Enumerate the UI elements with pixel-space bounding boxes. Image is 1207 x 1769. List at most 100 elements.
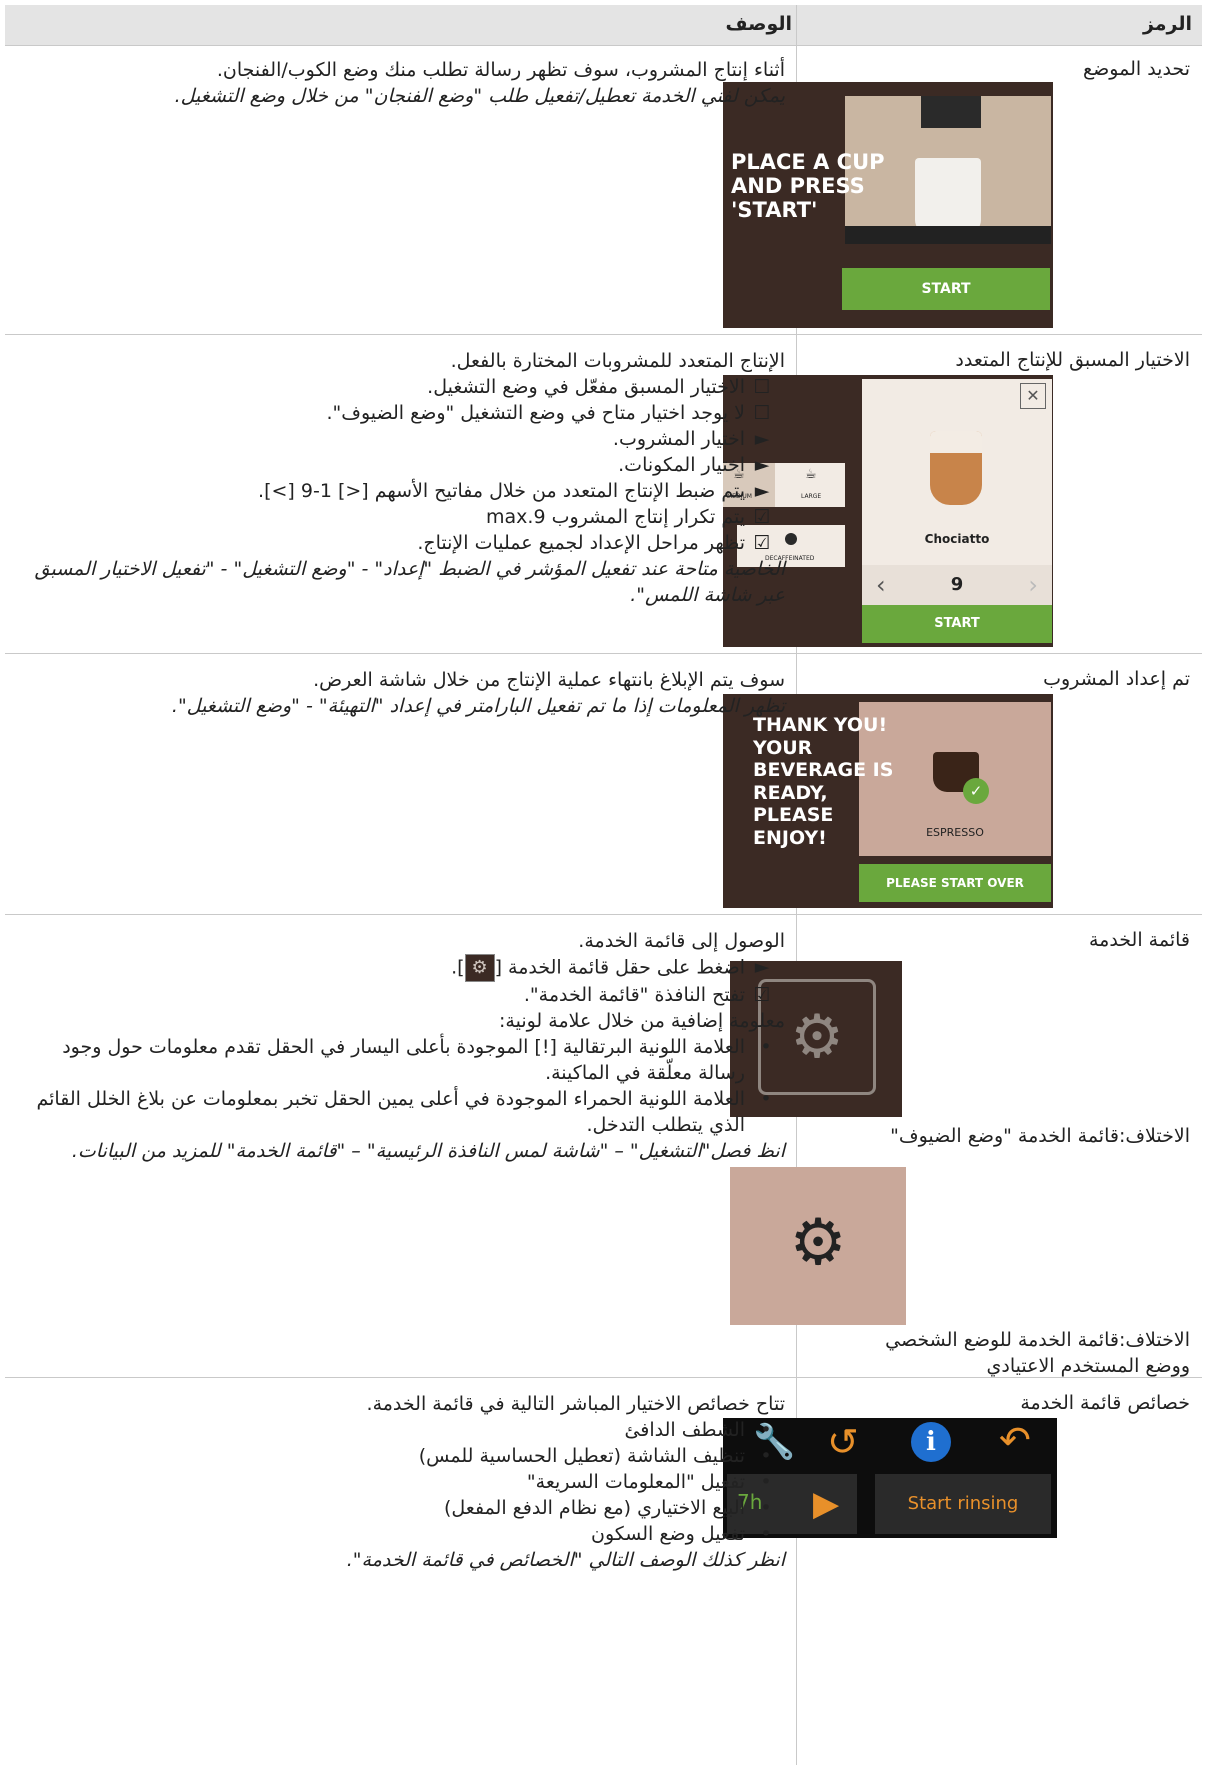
history-icon[interactable]: ↺ [827,1420,859,1464]
bullet-icon: • [760,1419,772,1441]
symbol-title: قائمة الخدمة [1088,929,1190,951]
symbol-title: تحديد الموضع [1083,58,1190,80]
item-text: تفعيل "المعلومات السريعة" [526,1471,745,1493]
caption-line: الاختلاف:قائمة الخدمة للوضع الشخصي [885,1329,1190,1351]
checked-icon: ☑ [753,532,771,554]
bullet-icon: • [760,1523,772,1545]
item-text: الشطف الدافئ [624,1419,745,1441]
bullet-icon: • [760,1036,772,1058]
item-text: العلامة اللونية الحمراء الموجودة في أعلى… [36,1088,746,1136]
desc-note: انظر كذلك الوصف التالي "الخصائص في قائمة… [346,1549,785,1571]
checkbox-icon: ☐ [753,402,771,424]
item-text: العلامة اللونية البرتقالية [!] الموجودة … [62,1036,745,1084]
drink-card: ✕ Chociatto ‹ 9 › START [862,379,1052,643]
checkbox-icon: ☐ [753,376,771,398]
item-text: اختيار المكونات. [618,454,745,476]
table-row-beverage-ready: تم إعداد المشروب ✓ ESPRESSO THANK YOU! Y… [5,654,1202,915]
item-text: لا يوجد اختيار متاح في وضع التشغيل "وضع … [326,402,745,424]
close-icon[interactable]: ✕ [1020,383,1046,409]
bullet-icon: • [760,1088,772,1110]
drip-tray [845,226,1051,244]
size-large[interactable]: ☕ LARGE [783,463,845,507]
message-line: READY, [753,781,828,804]
message-line: BEVERAGE IS [753,759,894,781]
prompt-line: PLACE A CUP [731,150,885,174]
mug-icon: ☕ [805,467,817,482]
desc-line: أثناء إنتاج المشروب، سوف تظهر رسالة تطلب… [216,59,785,81]
list-item: ► اضغط على حقل قائمة الخدمة [⚙]. [15,954,785,982]
list-item: ☐ لا يوجد اختيار متاح في وضع التشغيل "وضع… [15,400,785,426]
drink-glass-icon [930,431,982,505]
item-text: يتم ضبط الإنتاج المتعدد من خلال مفاتيح ا… [258,480,745,502]
item-text: اختيار المشروب. [612,428,745,450]
prompt-line: 'START' [731,198,818,222]
list-item: ► اختيار المشروب. [15,426,785,452]
play-icon[interactable]: ▶ [813,1486,839,1522]
bullet-icon: • [760,1471,772,1493]
desc-intro: الإنتاج المتعدد للمشروبات المختارة بالفع… [450,350,785,372]
drink-name: Chociatto [924,532,990,546]
table-row-service-functions: خصائص قائمة الخدمة 🔧 ↺ i ↶ 7h ▶ Start ri… [5,1378,1202,1765]
count-value: 9 [950,574,964,595]
item-text: يتم تكرار إنتاج المشروب 9.max [486,506,745,528]
arrow-icon: ► [754,428,770,450]
dispenser-icon [921,96,981,128]
item-text: تفتح النافذة "قائمة الخدمة". [523,984,745,1006]
service-menu-personal-icon[interactable]: ⚙ [730,1167,906,1325]
table-row-multi-production: الاختيار المسبق للإنتاج المتعدد ☕ MEDIUM… [5,335,1202,654]
symbol-title: خصائص قائمة الخدمة [1020,1392,1190,1414]
start-over-button[interactable]: PLEASE START OVER [859,864,1051,902]
symbol-title: الاختيار المسبق للإنتاج المتعدد [955,349,1190,371]
bean-icon [785,533,797,545]
desc-intro: تتاح خصائص الاختيار المباشر التالية في ق… [366,1393,785,1415]
check-icon: ✓ [963,778,989,804]
checked-icon: ☑ [753,984,771,1006]
cup-prompt-text: PLACE A CUP AND PRESS 'START' [731,150,885,222]
list-item: • تنظيف الشاشة (تعطيل الحساسية للمس) [15,1443,785,1469]
row-description: سوف يتم الإبلاغ بانتهاء عملية الإنتاج من… [15,667,785,719]
row-description: الإنتاج المتعدد للمشروبات المختارة بالفع… [15,348,785,608]
desc-line: معلومة إضافية من خلال علامة لونية: [499,1010,785,1032]
message-line: YOUR [753,736,813,759]
row-description: الوصول إلى قائمة الخدمة. ► اضغط على حقل ق… [15,928,786,1164]
list-item: ☑ تفتح النافذة "قائمة الخدمة". [15,982,785,1008]
chevron-right-icon[interactable]: › [1028,571,1038,599]
info-icon[interactable]: i [911,1422,951,1462]
desc-note: انظ فصل"التشغيل" – "شاشة لمس النافذة الر… [71,1140,785,1162]
table-header: الرمز الوصف [5,5,1202,46]
item-text: تفعيل وضع السكون [591,1523,745,1545]
symbol-title: تم إعداد المشروب [1043,668,1190,690]
item-text: تظهر مراحل الإعداد لجميع عمليات الإنتاج. [417,532,745,554]
row-description: تتاح خصائص الاختيار المباشر التالية في ق… [15,1391,785,1573]
desc-line: سوف يتم الإبلاغ بانتهاء عملية الإنتاج من… [313,669,785,691]
gear-icon: ⚙ [464,954,495,982]
start-rinsing-button[interactable]: Start rinsing [875,1474,1051,1534]
caption-guest-mode: الاختلاف:قائمة الخدمة "وضع الضيوف" [890,1125,1190,1147]
start-button[interactable]: START [862,605,1052,643]
list-item: ☑ تظهر مراحل الإعداد لجميع عمليات الإنتاج… [15,530,785,556]
caption-personal-mode: الاختلاف:قائمة الخدمة للوضع الشخصي ووضع … [885,1327,1190,1379]
cup-placement-screen: PLACE A CUP AND PRESS 'START' START [723,82,1053,328]
list-item: • تفعيل "المعلومات السريعة" [15,1469,785,1495]
item-text: الاختيار المسبق مفعّل في وضع التشغيل. [427,376,745,398]
start-button[interactable]: START [842,268,1050,310]
list-item: • تفعيل وضع السكون [15,1521,785,1547]
desc-note: تظهر المعلومات إذا ما تم تفعيل البارامتر… [171,695,785,717]
item-text: اضغط على حقل قائمة الخدمة [ [494,956,745,979]
arrow-icon: ► [754,454,770,476]
list-item: ☑ يتم تكرار إنتاج المشروب 9.max [15,504,785,530]
beverage-ready-screen: ✓ ESPRESSO THANK YOU! YOUR BEVERAGE IS R… [723,694,1053,908]
foam [930,431,982,453]
bullet-icon: • [760,1445,772,1467]
arrow-icon: ► [754,480,770,502]
count-stepper: ‹ 9 › [862,565,1052,605]
header-symbol: الرمز [1142,13,1192,35]
list-item: • العلامة اللونية الحمراء الموجودة في أعل… [15,1086,785,1138]
message-line: PLEASE [753,804,834,826]
desc-note: يمكن لفني الخدمة تعطيل/تفعيل طلب "وضع ال… [174,85,785,107]
size-large-label: LARGE [801,493,822,500]
list-item: • العلامة اللونية البرتقالية [!] الموجودة… [15,1034,785,1086]
desc-intro: الوصول إلى قائمة الخدمة. [578,930,785,952]
undo-icon[interactable]: ↶ [999,1418,1031,1462]
table-row-service-menu: قائمة الخدمة ⚙ الاختلاف:قائمة الخدمة "وض… [5,915,1202,1378]
